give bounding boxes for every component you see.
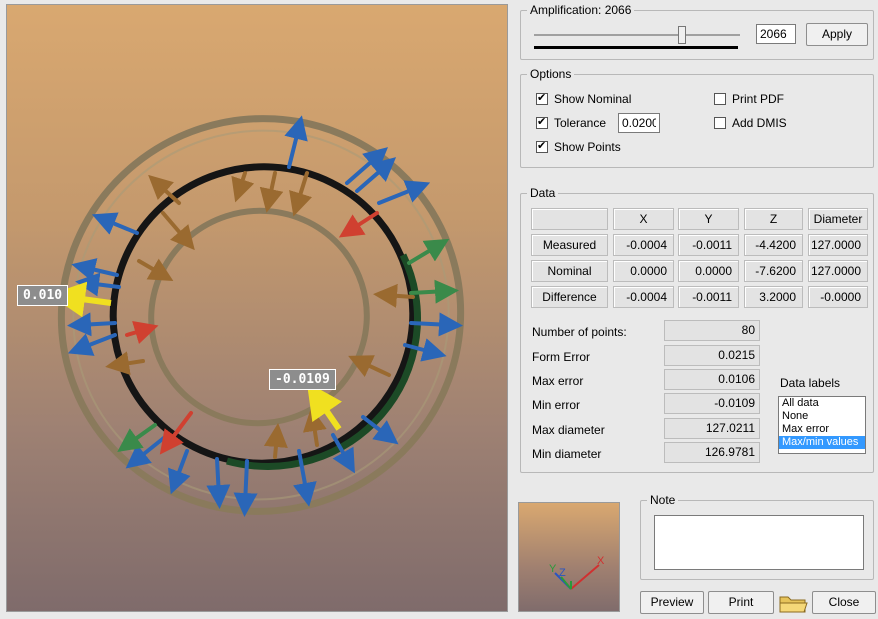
axis-triad-icon xyxy=(554,564,600,590)
axis-y-label: Y xyxy=(549,563,557,575)
table-cell: -0.0011 xyxy=(678,286,739,308)
note-textarea[interactable] xyxy=(654,515,864,570)
table-header-diameter: Diameter xyxy=(808,208,868,230)
stat-value-min-diameter: 126.9781 xyxy=(664,442,760,463)
close-button[interactable]: Close xyxy=(812,591,876,614)
data-labels-title: Data labels xyxy=(780,376,841,390)
axis-preview: X Y Z xyxy=(518,502,620,612)
print-button[interactable]: Print xyxy=(708,591,774,614)
stat-label-max-error: Max error xyxy=(532,374,584,388)
table-cell: -0.0011 xyxy=(678,234,739,256)
amplification-input[interactable] xyxy=(756,24,796,44)
show-points-checkbox[interactable]: Show Points xyxy=(536,139,621,154)
show-nominal-checkbox[interactable]: Show Nominal xyxy=(536,91,631,106)
min-error-label: -0.0109 xyxy=(269,369,336,390)
axis-z-label: Z xyxy=(559,567,566,579)
stat-value-points: 80 xyxy=(664,320,760,341)
table-header-blank xyxy=(531,208,608,230)
checkbox-checked-icon xyxy=(536,139,548,153)
3d-viewport[interactable]: 0.010 -0.0109 xyxy=(6,4,508,612)
stat-label-points: Number of points: xyxy=(532,325,627,339)
preview-button[interactable]: Preview xyxy=(640,591,704,614)
row-label-measured: Measured xyxy=(531,234,608,256)
table-cell: -0.0004 xyxy=(613,234,674,256)
table-cell: -4.4200 xyxy=(744,234,803,256)
max-error-label: 0.010 xyxy=(17,285,69,306)
stat-value-min-error: -0.0109 xyxy=(664,393,760,414)
stat-value-form-error: 0.0215 xyxy=(664,345,760,366)
axis-x-label: X xyxy=(597,555,605,567)
list-item[interactable]: Max error xyxy=(779,423,865,436)
stat-value-max-diameter: 127.0211 xyxy=(664,418,760,439)
tolerance-input[interactable] xyxy=(618,113,660,133)
table-header-x: X xyxy=(613,208,674,230)
stat-label-min-diameter: Min diameter xyxy=(532,447,602,461)
data-labels-listbox[interactable]: All data None Max error Max/min values xyxy=(778,396,866,454)
min-error-arrow xyxy=(306,382,343,431)
stat-label-max-diameter: Max diameter xyxy=(532,423,605,437)
amplification-slider-line xyxy=(534,46,738,49)
folder-icon[interactable] xyxy=(778,591,808,615)
table-cell: 3.2000 xyxy=(744,286,803,308)
inner-tolerance-ring xyxy=(148,207,370,427)
options-title: Options xyxy=(527,67,575,81)
amplification-title: Amplification: 2066 xyxy=(527,3,635,17)
row-label-difference: Difference xyxy=(531,286,608,308)
amplification-slider-thumb[interactable] xyxy=(678,26,686,44)
table-cell: 127.0000 xyxy=(808,260,868,282)
table-cell: 127.0000 xyxy=(808,234,868,256)
circle-form-plot xyxy=(49,115,465,517)
table-cell: 0.0000 xyxy=(678,260,739,282)
checkbox-unchecked-icon xyxy=(714,117,726,129)
checkbox-unchecked-icon xyxy=(714,93,726,105)
table-cell: 0.0000 xyxy=(613,260,674,282)
stat-label-min-error: Min error xyxy=(532,398,581,412)
data-title: Data xyxy=(527,186,559,200)
stat-value-max-error: 0.0106 xyxy=(664,369,760,390)
tolerance-checkbox[interactable]: Tolerance xyxy=(536,115,606,130)
list-item[interactable]: None xyxy=(779,410,865,423)
checkbox-checked-icon xyxy=(536,115,548,129)
table-cell: -0.0000 xyxy=(808,286,868,308)
checkbox-checked-icon xyxy=(536,91,548,105)
row-label-nominal: Nominal xyxy=(531,260,608,282)
print-pdf-checkbox[interactable]: Print PDF xyxy=(714,92,784,106)
list-item-selected[interactable]: Max/min values xyxy=(779,436,865,449)
amplification-slider-track[interactable] xyxy=(534,34,740,36)
table-cell: -0.0004 xyxy=(613,286,674,308)
table-header-z: Z xyxy=(744,208,803,230)
table-header-y: Y xyxy=(678,208,739,230)
table-cell: -7.6200 xyxy=(744,260,803,282)
list-item[interactable]: All data xyxy=(779,397,865,410)
outer-tolerance-ring xyxy=(57,115,465,515)
add-dmis-checkbox[interactable]: Add DMIS xyxy=(714,116,787,130)
apply-button[interactable]: Apply xyxy=(806,23,868,46)
stat-label-form-error: Form Error xyxy=(532,350,590,364)
note-title: Note xyxy=(647,493,679,507)
